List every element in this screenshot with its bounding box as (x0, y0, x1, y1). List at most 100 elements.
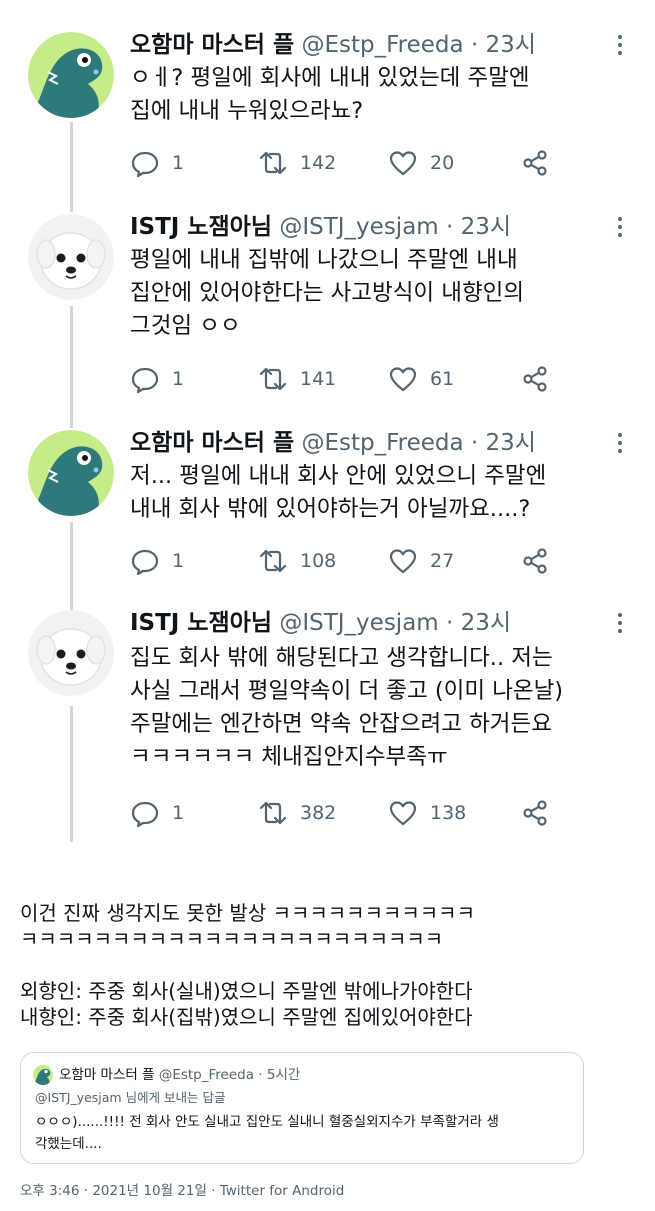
quoted-tweet-text: ㅇㅇㅇ)......!!!! 전 회사 안도 실내고 집안도 실내니 혈중실외지… (35, 1111, 575, 1155)
retweet-button[interactable]: 142 (258, 148, 336, 178)
like-count: 138 (430, 802, 467, 824)
retweet-icon (259, 549, 287, 573)
caption-line: ㅋㅋㅋㅋㅋㅋㅋㅋㅋㅋㅋㅋㅋㅋㅋㅋㅋㅋㅋㅋㅋㅋㅋ (20, 927, 444, 951)
dinosaur-avatar-icon (28, 32, 114, 118)
quoted-tweet[interactable]: 오함마 마스터 플 @Estp_Freeda · 5시간 @ISTJ_yesja… (20, 1052, 584, 1164)
share-icon (523, 800, 547, 826)
share-icon (523, 548, 547, 574)
author-handle[interactable]: @Estp_Freeda (301, 32, 463, 58)
main-tweet-text: 이건 진짜 생각지도 못한 발상 ㅋㅋㅋㅋㅋㅋㅋㅋㅋㅋㅋ ㅋㅋㅋㅋㅋㅋㅋㅋㅋㅋㅋ… (20, 900, 635, 1030)
reply-to-label: @ISTJ_yesjam 님에게 보내는 답글 (35, 1090, 226, 1105)
tweet-text-line: 저... 평일에 내내 회사 안에 있었으니 주말엔 (130, 463, 547, 489)
retweet-icon (259, 801, 287, 825)
like-count: 61 (430, 368, 455, 390)
reply-count: 1 (172, 152, 185, 174)
tweet-text-line: ㅇㅔ? 평일에 회사에 내내 있었는데 주말엔 (130, 65, 530, 91)
like-count: 27 (430, 550, 455, 572)
reply-icon (131, 549, 159, 576)
author-handle[interactable]: @ISTJ_yesjam (279, 610, 438, 636)
retweet-count: 382 (300, 802, 337, 824)
retweet-count: 142 (300, 152, 337, 174)
retweet-button[interactable]: 141 (258, 364, 336, 394)
tweet-text-line: ㅋㅋㅋㅋㅋㅋ 체내집안지수부족ㅠ (130, 744, 448, 770)
caption-line: 내향인: 주중 회사(집밖)였으니 주말엔 집에있어야한다 (20, 1005, 473, 1029)
author-name[interactable]: 오함마 마스터 플 (130, 430, 294, 456)
tweet-text-line: 평일에 내내 집밖에 나갔으니 주말엔 내내 (130, 247, 518, 273)
share-icon (523, 366, 547, 392)
caption-line: 이건 진짜 생각지도 못한 발상 ㅋㅋㅋㅋㅋㅋㅋㅋㅋㅋㅋ (20, 901, 475, 925)
share-button[interactable] (520, 798, 550, 828)
author-handle[interactable]: @ISTJ_yesjam (279, 214, 438, 240)
quoted-author-name[interactable]: 오함마 마스터 플 (59, 1067, 155, 1083)
caption-line: 외향인: 주중 회사(실내)였으니 주말엔 밖에나가야한다 (20, 979, 473, 1003)
retweet-button[interactable]: 382 (258, 798, 336, 828)
tweet[interactable]: ISTJ 노잼아님 @ISTJ_yesjam · 23시 평일에 내내 집밖에 … (0, 212, 655, 402)
reply-count: 1 (172, 802, 185, 824)
heart-icon (389, 151, 417, 176)
author-handle[interactable]: @Estp_Freeda (301, 430, 463, 456)
avatar[interactable] (28, 430, 114, 516)
avatar[interactable] (28, 610, 114, 696)
reply-button[interactable]: 1 (130, 148, 184, 178)
tweet-time[interactable]: 23시 (486, 32, 536, 58)
reply-button[interactable]: 1 (130, 798, 184, 828)
reply-icon (131, 151, 159, 178)
quoted-text-line: ㅇㅇㅇ)......!!!! 전 회사 안도 실내고 집안도 실내니 혈중실외지… (35, 1114, 499, 1130)
like-button[interactable]: 138 (388, 798, 466, 828)
tweet-text-line: 집안에 있어야한다는 사고방식이 내향인의 (130, 280, 525, 306)
puppy-avatar-icon (28, 610, 114, 696)
author-name[interactable]: ISTJ 노잼아님 (130, 610, 272, 636)
tweet-text-line: 사실 그래서 평일약속이 더 좋고 (이미 나온날) (130, 678, 564, 704)
more-options-icon[interactable] (607, 32, 633, 58)
retweet-icon (259, 367, 287, 391)
avatar[interactable] (33, 1065, 53, 1085)
more-options-icon[interactable] (607, 610, 633, 636)
like-button[interactable]: 61 (388, 364, 454, 394)
quoted-tweet-time: 5시간 (266, 1067, 301, 1083)
more-options-icon[interactable] (607, 214, 633, 240)
tweet[interactable]: 오함마 마스터 플 @Estp_Freeda · 23시 ㅇㅔ? 평일에 회사에… (0, 30, 655, 190)
tweet-actions: 1 141 61 (130, 364, 550, 394)
reply-count: 1 (172, 368, 185, 390)
heart-icon (389, 367, 417, 392)
tweet-text-line: 내내 회사 밖에 있어야하는거 아닐까요....? (130, 496, 531, 522)
quoted-author-handle[interactable]: @Estp_Freeda (159, 1067, 254, 1083)
tweet-text: 집도 회사 밖에 해당된다고 생각합니다.. 저는 사실 그래서 평일약속이 더… (130, 642, 635, 774)
tweet-timestamp[interactable]: 오후 3:46 · 2021년 10월 21일 · Twitter for An… (20, 1182, 344, 1200)
reply-count: 1 (172, 550, 185, 572)
reply-icon (131, 367, 159, 394)
retweet-count: 141 (300, 368, 337, 390)
reply-button[interactable]: 1 (130, 364, 184, 394)
author-name[interactable]: 오함마 마스터 플 (130, 32, 294, 58)
caption-line (20, 952, 635, 978)
tweet-actions: 1 108 27 (130, 546, 550, 576)
author-name[interactable]: ISTJ 노잼아님 (130, 214, 272, 240)
reply-button[interactable]: 1 (130, 546, 184, 576)
like-button[interactable]: 20 (388, 148, 454, 178)
tweet-text-line: 주말에는 엔간하면 약속 안잡으려고 하거든요 (130, 711, 552, 737)
like-button[interactable]: 27 (388, 546, 454, 576)
avatar[interactable] (28, 214, 114, 300)
tweet-time[interactable]: 23시 (461, 610, 511, 636)
tweet[interactable]: ISTJ 노잼아님 @ISTJ_yesjam · 23시 집도 회사 밖에 해당… (0, 608, 655, 840)
avatar[interactable] (28, 32, 114, 118)
tweet-actions: 1 382 138 (130, 798, 550, 828)
more-options-icon[interactable] (607, 430, 633, 456)
reply-icon (131, 801, 159, 828)
tweet-text-line: 집도 회사 밖에 해당된다고 생각합니다.. 저는 (130, 645, 553, 671)
puppy-avatar-icon (28, 214, 114, 300)
tweet-time[interactable]: 23시 (461, 214, 511, 240)
heart-icon (389, 549, 417, 574)
tweet-actions: 1 142 20 (130, 148, 550, 178)
quoted-text-line: 각했는데.... (35, 1136, 102, 1152)
share-button[interactable] (520, 546, 550, 576)
tweet[interactable]: 오함마 마스터 플 @Estp_Freeda · 23시 저... 평일에 내내… (0, 428, 655, 588)
tweet-text: ㅇㅔ? 평일에 회사에 내내 있었는데 주말엔 집에 내내 누워있으라뇨? (130, 62, 635, 128)
retweet-button[interactable]: 108 (258, 546, 336, 576)
tweet-time[interactable]: 23시 (486, 430, 536, 456)
share-button[interactable] (520, 364, 550, 394)
tweet-text-line: 그것임 ㅇㅇ (130, 313, 241, 339)
heart-icon (389, 801, 417, 826)
share-button[interactable] (520, 148, 550, 178)
tweet-text: 평일에 내내 집밖에 나갔으니 주말엔 내내 집안에 있어야한다는 사고방식이 … (130, 244, 635, 343)
